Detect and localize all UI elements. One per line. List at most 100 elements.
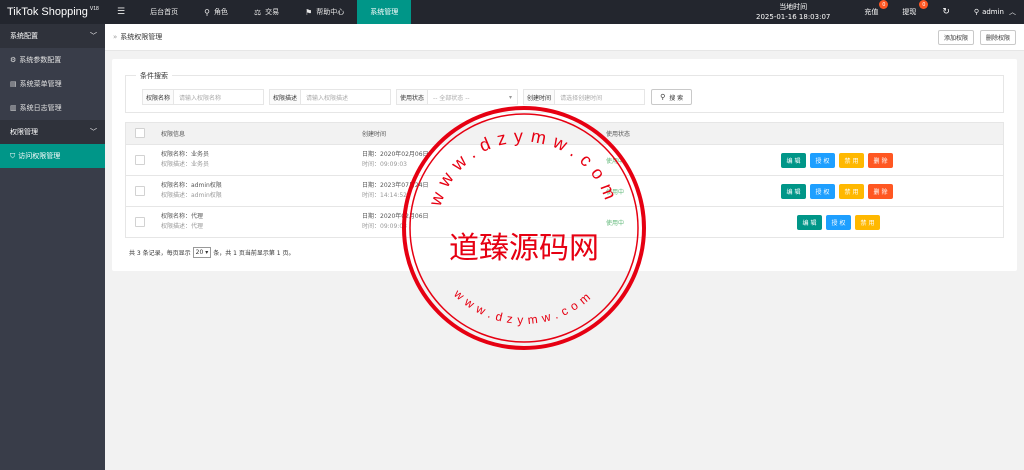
breadcrumb-actions: 添加权限 删除权限 bbox=[937, 29, 1016, 45]
topnav-item-label: 后台首页 bbox=[150, 8, 179, 16]
sidebar-item-menus[interactable]: ▤ 系统菜单管理 bbox=[0, 72, 105, 96]
header-time: 创建时间 bbox=[362, 131, 387, 138]
menu-toggle-button[interactable]: ☰ bbox=[105, 0, 137, 24]
page-title: 系统权限管理 bbox=[120, 33, 163, 41]
disable-button[interactable]: 禁 用 bbox=[839, 184, 864, 199]
topnav-item-label: 帮助中心 bbox=[316, 8, 345, 16]
sidebar-item-label: 系统菜单管理 bbox=[19, 80, 62, 88]
row-name: 权限名称：业务员 bbox=[161, 151, 210, 158]
sidebar-item-label: 系统日志管理 bbox=[19, 104, 62, 112]
chevron-down-icon: ▾ bbox=[205, 249, 209, 256]
clock-label: 当地时间 bbox=[779, 3, 808, 11]
topnav-item-label: 系统管理 bbox=[370, 8, 399, 16]
user-menu[interactable]: ⚲ admin ︿ bbox=[962, 0, 1024, 24]
watermark-stamp: www.dzymw.com 道臻源码网 www.dzymw.com bbox=[402, 106, 646, 350]
select-all-checkbox[interactable] bbox=[135, 128, 145, 138]
user-icon: ⚲ bbox=[973, 8, 980, 16]
row-checkbox[interactable] bbox=[135, 155, 145, 165]
sidebar-group-label: 系统配置 bbox=[10, 32, 38, 40]
topnav-item-trade[interactable]: ⚖ 交易 bbox=[241, 0, 292, 24]
sidebar-item-logs[interactable]: ▥ 系统日志管理 bbox=[0, 96, 105, 120]
search-button[interactable]: ⚲ 搜 索 bbox=[651, 89, 693, 105]
name-filter-input[interactable]: 请输入权限名称 bbox=[174, 89, 265, 105]
row-name: 权限名称：代理 bbox=[161, 213, 204, 220]
withdraw-badge: 0 bbox=[919, 0, 929, 9]
name-filter-label: 权限名称 bbox=[142, 89, 175, 105]
document-icon: ▥ bbox=[10, 104, 17, 112]
delete-permission-button[interactable]: 删除权限 bbox=[979, 29, 1016, 45]
row-info: 权限名称：业务员 权限描述：业务员 bbox=[161, 150, 209, 170]
stamp-inner-ring bbox=[409, 113, 639, 343]
refresh-button[interactable]: ↻ bbox=[930, 0, 962, 24]
edit-button[interactable]: 编 辑 bbox=[781, 184, 806, 199]
row-desc: 权限描述：代理 bbox=[161, 223, 204, 230]
recharge-button[interactable]: 充值 0 bbox=[852, 0, 890, 24]
disable-button[interactable]: 禁 用 bbox=[855, 215, 880, 230]
status-filter-value: -- 全部状态 -- bbox=[433, 94, 470, 102]
flag-icon: ⚑ bbox=[305, 7, 313, 17]
stamp-bottom-text: www.dzymw.com bbox=[451, 286, 597, 327]
topnav-item-label: 交易 bbox=[265, 8, 280, 16]
stamp-center-text: 道臻源码网 bbox=[449, 231, 599, 266]
list-icon: ▤ bbox=[10, 80, 17, 88]
stamp-bottom-textpath: www.dzymw.com bbox=[451, 286, 592, 327]
topnav-item-home[interactable]: 后台首页 bbox=[137, 0, 191, 24]
chevron-down-icon: ▾ bbox=[509, 93, 513, 101]
top-right-area: 当地时间 2025-01-16 18:03:07 充值 0 提现 0 ↻ ⚲ a… bbox=[746, 0, 1024, 24]
search-button-label: 搜 索 bbox=[669, 94, 684, 102]
row-name: 权限名称：admin权限 bbox=[161, 182, 222, 189]
delete-button[interactable]: 删 除 bbox=[868, 153, 893, 168]
authorize-button[interactable]: 授 权 bbox=[810, 153, 835, 168]
app-logo-text: TikTok Shopping bbox=[7, 6, 88, 18]
sidebar-item-params[interactable]: ⚙ 系统参数配置 bbox=[0, 48, 105, 72]
topnav-item-help[interactable]: ⚑ 帮助中心 bbox=[292, 0, 357, 24]
desc-filter-input[interactable]: 请输入权限描述 bbox=[301, 89, 392, 105]
user-icon: ⚲ bbox=[204, 7, 210, 17]
pager-suffix: 条，共 1 页当前显示第 1 页。 bbox=[213, 250, 295, 257]
row-actions: 编 辑 授 权 禁 用 删 除 bbox=[781, 153, 893, 168]
sidebar-group-system-config[interactable]: 系统配置 ﹀ bbox=[0, 24, 105, 48]
gear-icon: ⚙ bbox=[10, 56, 17, 64]
per-page-select[interactable]: 20 ▾ bbox=[192, 247, 212, 258]
sidebar: 系统配置 ﹀ ⚙ 系统参数配置 ▤ 系统菜单管理 ▥ 系统日志管理 权限管理 ﹀… bbox=[0, 24, 105, 470]
row-actions: 编 辑 授 权 禁 用 bbox=[797, 215, 880, 230]
withdraw-button[interactable]: 提现 0 bbox=[890, 0, 930, 24]
app-version: V18 bbox=[89, 6, 99, 12]
name-filter: 权限名称 请输入权限名称 bbox=[142, 89, 265, 105]
add-permission-button[interactable]: 添加权限 bbox=[937, 29, 974, 45]
row-info: 权限名称：代理 权限描述：代理 bbox=[161, 212, 203, 232]
disable-button[interactable]: 禁 用 bbox=[839, 153, 864, 168]
recharge-badge: 0 bbox=[879, 0, 889, 9]
edit-button[interactable]: 编 辑 bbox=[797, 215, 822, 230]
row-checkbox[interactable] bbox=[135, 217, 145, 227]
shield-icon: ⛉ bbox=[10, 151, 16, 160]
refresh-icon: ↻ bbox=[942, 7, 950, 17]
scale-icon: ⚖ bbox=[253, 7, 262, 17]
desc-filter: 权限描述 请输入权限描述 bbox=[269, 89, 392, 105]
authorize-button[interactable]: 授 权 bbox=[810, 184, 835, 199]
clock-value: 2025-01-16 18:03:07 bbox=[756, 13, 831, 21]
sidebar-item-access-permissions[interactable]: ⛉ 访问权限管理 bbox=[0, 144, 105, 168]
sidebar-group-permissions[interactable]: 权限管理 ﹀ bbox=[0, 120, 105, 144]
local-clock: 当地时间 2025-01-16 18:03:07 bbox=[746, 2, 852, 22]
topnav-item-label: 角色 bbox=[213, 8, 228, 16]
app-logo[interactable]: TikTok Shopping V18 bbox=[0, 0, 105, 24]
topnav-item-system[interactable]: 系统管理 bbox=[357, 0, 412, 24]
row-desc: 权限描述：admin权限 bbox=[161, 192, 222, 199]
chevron-down-icon: ﹀ bbox=[90, 32, 97, 40]
search-icon: ⚲ bbox=[660, 93, 666, 101]
sidebar-item-label: 系统参数配置 bbox=[19, 56, 62, 64]
row-checkbox[interactable] bbox=[135, 186, 145, 196]
edit-button[interactable]: 编 辑 bbox=[781, 153, 806, 168]
sidebar-item-label: 访问权限管理 bbox=[18, 152, 61, 160]
pager-prefix: 共 3 条记录，每页显示 bbox=[129, 250, 191, 257]
breadcrumb: » 系统权限管理 bbox=[113, 32, 162, 42]
topnav-item-roles[interactable]: ⚲ 角色 bbox=[191, 0, 241, 24]
pagination-info: 共 3 条记录，每页显示 20 ▾ 条，共 1 页当前显示第 1 页。 bbox=[129, 247, 294, 258]
sidebar-group-label: 权限管理 bbox=[10, 128, 38, 136]
header-info: 权限信息 bbox=[161, 131, 186, 138]
breadcrumb-bar: » 系统权限管理 添加权限 删除权限 bbox=[105, 24, 1024, 51]
chevron-up-icon: ︿ bbox=[1009, 8, 1016, 16]
authorize-button[interactable]: 授 权 bbox=[826, 215, 851, 230]
delete-button[interactable]: 删 除 bbox=[868, 184, 893, 199]
